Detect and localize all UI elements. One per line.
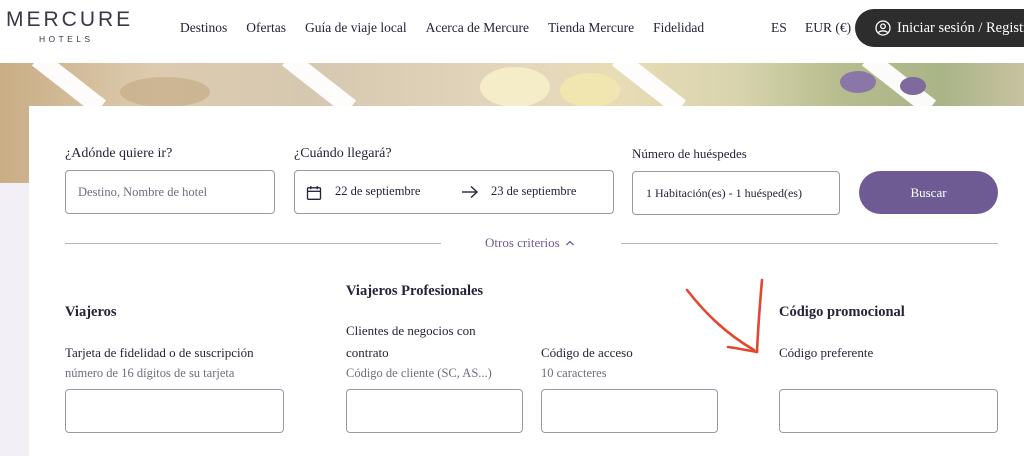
- travellers-title: Viajeros: [65, 304, 117, 320]
- loyalty-label: Tarjeta de fidelidad o de suscripción: [65, 345, 254, 360]
- hero-rock: [120, 77, 210, 107]
- nav-item-fidelidad[interactable]: Fidelidad: [653, 20, 704, 36]
- preferred-code-label: Código preferente: [779, 345, 874, 360]
- guests-value: 1 Habitación(es) - 1 huésped(es): [646, 185, 802, 200]
- hero-flower: [840, 71, 876, 93]
- calendar-icon: [306, 186, 322, 200]
- annotation-arrow-icon: [685, 278, 764, 354]
- contract-label-1: Clientes de negocios con: [346, 323, 476, 338]
- search-button[interactable]: Buscar: [859, 171, 998, 214]
- checkin-date: 22 de septiembre: [335, 184, 421, 198]
- promo-code-input[interactable]: [779, 389, 998, 433]
- chevron-up-icon: [566, 240, 574, 246]
- access-code-label: Código de acceso: [541, 345, 633, 360]
- contract-label-2: contrato: [346, 345, 389, 360]
- guests-selector[interactable]: 1 Habitación(es) - 1 huésped(es): [632, 171, 840, 215]
- search-card: ¿Adónde quiere ir? Destino, Nombre de ho…: [29, 106, 1024, 456]
- destination-placeholder: Destino, Nombre de hotel: [78, 184, 208, 199]
- logo-subtitle: HOTELS: [39, 34, 94, 44]
- contract-hint: Código de cliente (SC, AS...): [346, 366, 492, 380]
- hero-flower: [900, 77, 926, 95]
- login-label: Iniciar sesión / Registrarse: [897, 19, 1024, 36]
- nav-item-ofertas[interactable]: Ofertas: [246, 20, 286, 36]
- access-code-input[interactable]: [541, 389, 718, 433]
- loyalty-hint: número de 16 dígitos de su tarjeta: [65, 366, 235, 380]
- promo-title: Código promocional: [779, 304, 905, 320]
- client-code-input[interactable]: [346, 389, 523, 433]
- access-code-hint: 10 caracteres: [541, 366, 607, 380]
- guests-label: Número de huéspedes: [632, 146, 747, 161]
- mercure-logo[interactable]: MERCURE HOTELS: [6, 8, 134, 45]
- user-icon: [875, 20, 891, 36]
- main-nav: Destinos Ofertas Guía de viaje local Ace…: [180, 20, 723, 36]
- nav-item-destinos[interactable]: Destinos: [180, 20, 227, 36]
- hero-flower: [480, 67, 550, 107]
- search-button-label: Buscar: [910, 184, 947, 200]
- arrow-right-icon: [462, 185, 479, 199]
- currency-selector[interactable]: EUR (€): [805, 20, 851, 36]
- divider-left: [65, 243, 441, 244]
- divider-right: [621, 243, 998, 244]
- destination-input[interactable]: Destino, Nombre de hotel: [65, 170, 275, 214]
- site-header: MERCURE HOTELS Destinos Ofertas Guía de …: [0, 0, 1024, 63]
- nav-item-tienda[interactable]: Tienda Mercure: [548, 20, 634, 36]
- more-criteria-toggle[interactable]: Otros criterios: [485, 235, 575, 251]
- loyalty-card-input[interactable]: [65, 389, 284, 433]
- nav-item-acerca[interactable]: Acerca de Mercure: [426, 20, 529, 36]
- date-range-picker[interactable]: 22 de septiembre 23 de septiembre: [294, 170, 614, 214]
- nav-item-guia[interactable]: Guía de viaje local: [305, 20, 407, 36]
- dates-label: ¿Cuándo llegará?: [294, 146, 392, 161]
- destination-label: ¿Adónde quiere ir?: [65, 146, 173, 161]
- login-button[interactable]: Iniciar sesión / Registrarse: [855, 9, 1024, 47]
- professional-title: Viajeros Profesionales: [346, 283, 484, 299]
- language-selector[interactable]: ES: [771, 20, 787, 36]
- logo-wordmark: MERCURE: [6, 8, 134, 31]
- checkout-date: 23 de septiembre: [491, 184, 577, 198]
- hero-flower: [560, 73, 620, 107]
- more-criteria-label: Otros criterios: [485, 235, 560, 250]
